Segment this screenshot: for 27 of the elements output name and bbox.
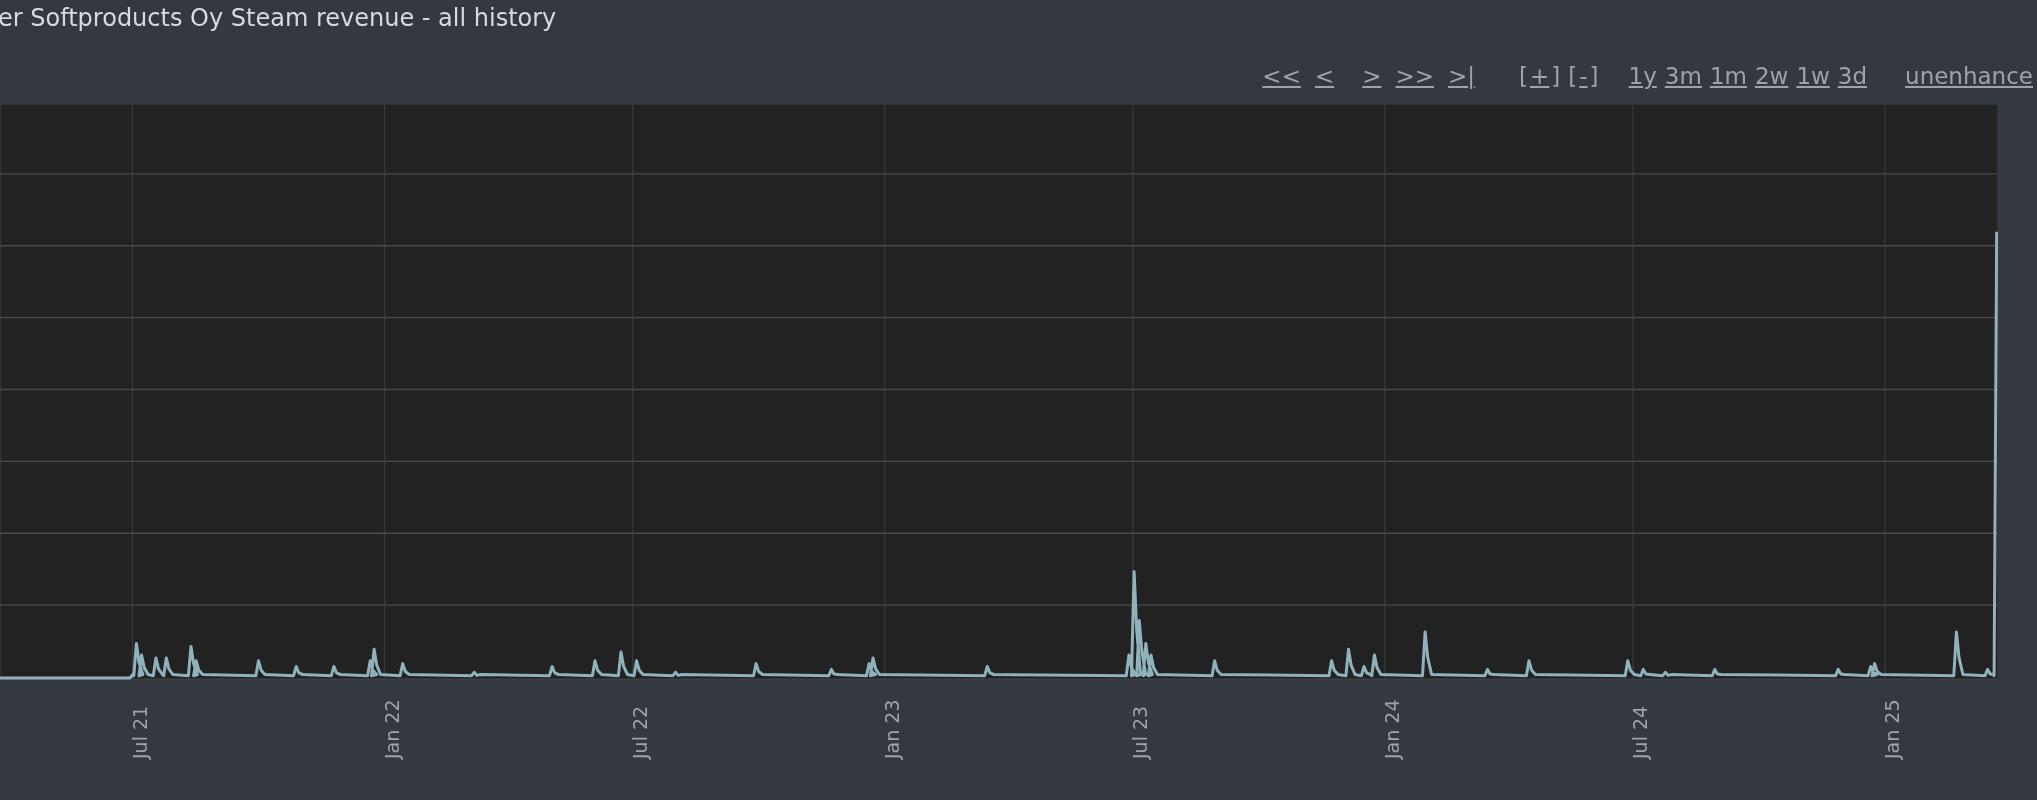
- navigation-link[interactable]: >: [1362, 63, 1382, 89]
- zoom-link[interactable]: +: [1530, 63, 1550, 89]
- navigation-link[interactable]: <: [1314, 63, 1335, 89]
- axis-label: Jul 22: [628, 705, 651, 759]
- bracket: [: [1519, 63, 1529, 89]
- range-link[interactable]: 1y: [1628, 63, 1657, 89]
- zoom-link[interactable]: -: [1579, 63, 1588, 89]
- bracket: [: [1568, 63, 1578, 89]
- axis-label: Jan 23: [880, 699, 903, 759]
- axis-label: Jan 22: [380, 699, 403, 759]
- axis-label: Jul 23: [1128, 705, 1151, 759]
- navigation-link[interactable]: <<: [1262, 63, 1301, 89]
- axis-label: Jan 24: [1380, 699, 1403, 759]
- bracket: ]: [1589, 63, 1599, 89]
- chart-title: er Softproducts Oy Steam revenue - all history: [0, 3, 558, 34]
- unenhance-link[interactable]: unenhance: [1905, 63, 2033, 89]
- range-link[interactable]: 2w: [1754, 63, 1789, 89]
- range-link[interactable]: 1w: [1796, 63, 1830, 89]
- navigation-link[interactable]: >|: [1448, 63, 1476, 89]
- axis-label: Jan 25: [1881, 699, 1903, 759]
- navigation-link[interactable]: >>: [1395, 63, 1434, 89]
- range-link[interactable]: 3d: [1837, 63, 1868, 89]
- bracket: ]: [1551, 63, 1561, 89]
- axis-label: Jul 24: [1628, 705, 1651, 759]
- axis-label: Jul 21: [128, 705, 151, 759]
- range-link[interactable]: 1m: [1709, 63, 1747, 89]
- range-link[interactable]: 3m: [1664, 63, 1702, 89]
